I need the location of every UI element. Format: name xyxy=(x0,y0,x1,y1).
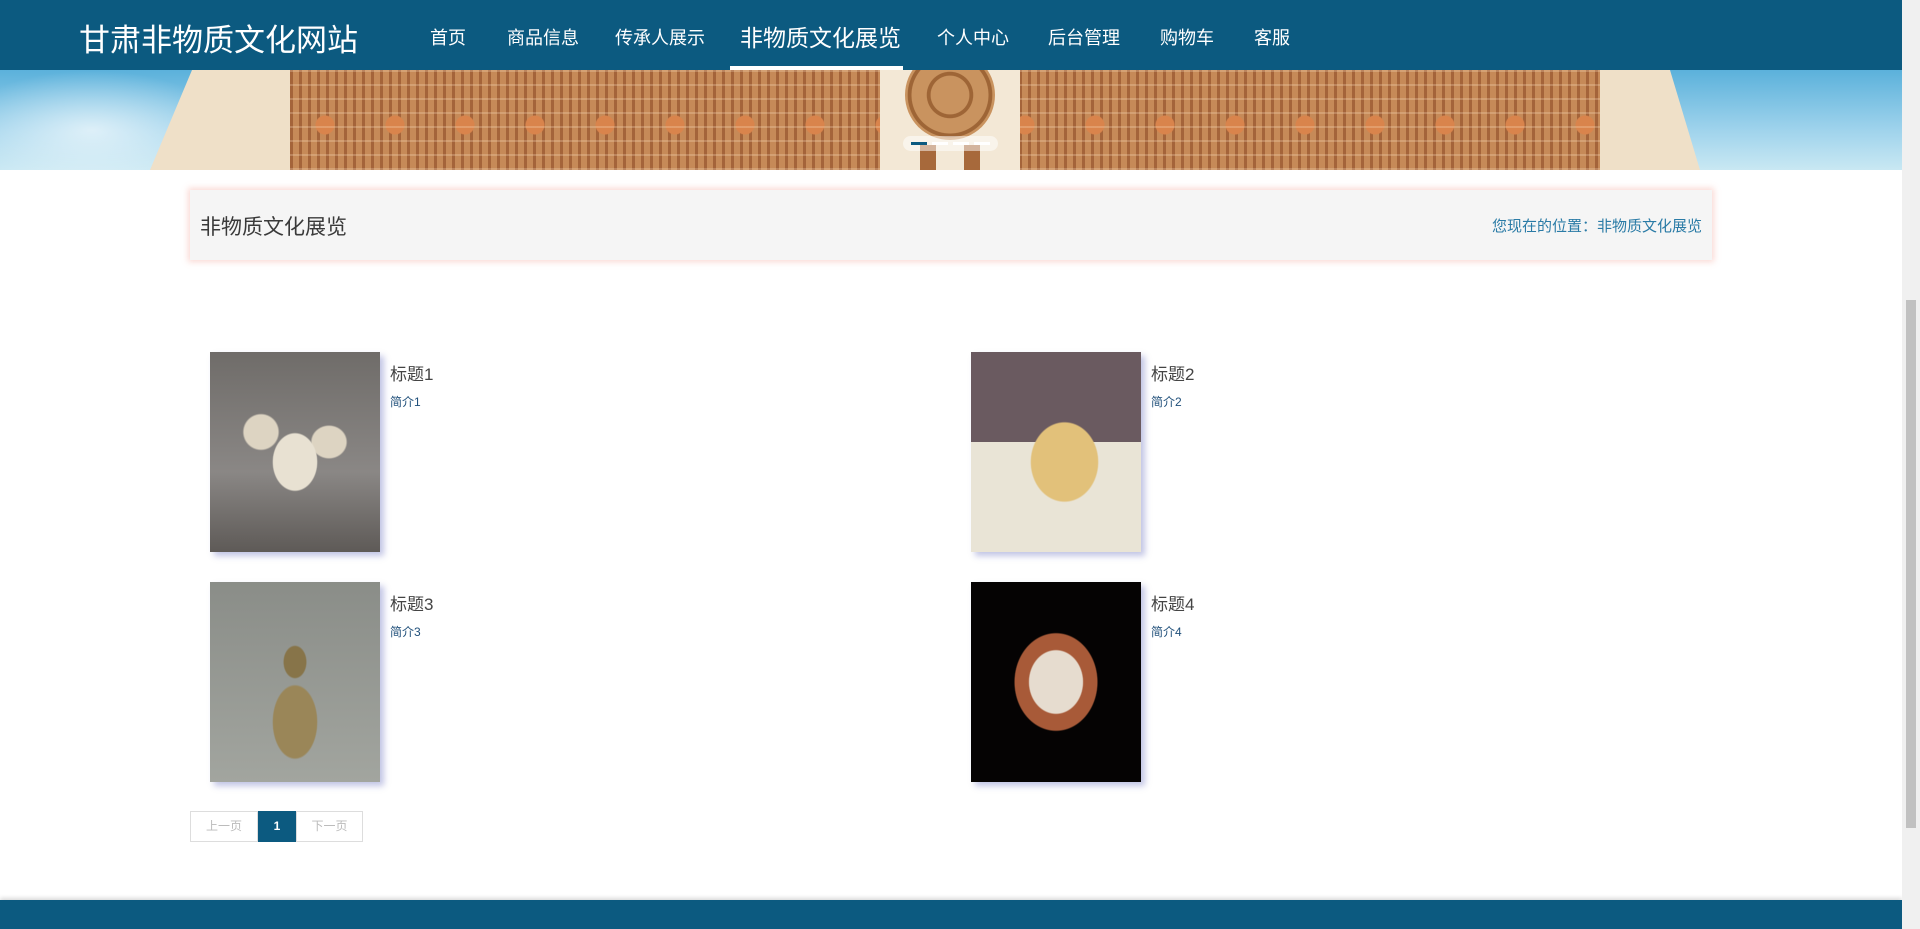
footer xyxy=(0,900,1902,929)
scrollbar-thumb[interactable] xyxy=(1906,300,1916,828)
nav-personal-center[interactable]: 个人中心 xyxy=(937,24,1009,50)
exhibit-card-4[interactable] xyxy=(971,582,1151,782)
top-navbar: 甘肃非物质文化网站 首页 商品信息 传承人展示 非物质文化展览 个人中心 后台管… xyxy=(0,0,1902,70)
nav-cart[interactable]: 购物车 xyxy=(1160,24,1214,50)
carousel-dot-4[interactable] xyxy=(974,142,990,145)
exhibit-title[interactable]: 标题4 xyxy=(1151,590,1194,615)
exhibit-thumbnail[interactable] xyxy=(971,582,1141,782)
exhibit-card-2[interactable] xyxy=(971,352,1151,552)
exhibit-thumbnail[interactable] xyxy=(971,352,1141,552)
exhibit-thumbnail[interactable] xyxy=(210,352,380,552)
exhibit-title[interactable]: 标题1 xyxy=(390,360,433,385)
prev-page-button[interactable]: 上一页 xyxy=(190,811,258,842)
nav-exhibition[interactable]: 非物质文化展览 xyxy=(740,19,901,53)
pagination: 上一页 1 下一页 xyxy=(190,811,363,842)
nav-inheritors[interactable]: 传承人展示 xyxy=(615,24,705,50)
carousel-indicators xyxy=(903,136,998,151)
nav-customer-service[interactable]: 客服 xyxy=(1254,24,1290,50)
carousel-dot-2[interactable] xyxy=(932,142,948,145)
exhibit-desc: 简介1 xyxy=(390,395,421,409)
current-page-button[interactable]: 1 xyxy=(258,811,296,842)
nav-admin[interactable]: 后台管理 xyxy=(1048,24,1120,50)
nav-home[interactable]: 首页 xyxy=(430,24,466,50)
carousel-dot-1[interactable] xyxy=(911,142,927,145)
breadcrumb-location[interactable]: 您现在的位置：非物质文化展览 xyxy=(1492,215,1702,236)
carousel-dot-3[interactable] xyxy=(953,142,969,145)
exhibit-desc: 简介4 xyxy=(1151,625,1182,639)
exhibit-desc: 简介3 xyxy=(390,625,421,639)
next-page-button[interactable]: 下一页 xyxy=(296,811,363,842)
exhibit-card-3[interactable] xyxy=(210,582,390,782)
banner-stone-base xyxy=(1600,70,1700,170)
exhibit-title[interactable]: 标题2 xyxy=(1151,360,1194,385)
page-scrollbar[interactable] xyxy=(1902,0,1920,929)
exhibit-title[interactable]: 标题3 xyxy=(390,590,433,615)
exhibit-thumbnail[interactable] xyxy=(210,582,380,782)
exhibit-desc: 简介2 xyxy=(1151,395,1182,409)
banner-carousel xyxy=(0,70,1902,170)
breadcrumb: 非物质文化展览 您现在的位置：非物质文化展览 xyxy=(190,190,1712,260)
exhibit-card-1[interactable] xyxy=(210,352,390,552)
site-brand[interactable]: 甘肃非物质文化网站 xyxy=(79,15,358,60)
nav-products[interactable]: 商品信息 xyxy=(507,24,579,50)
nav-active-indicator xyxy=(730,66,903,70)
page-title: 非物质文化展览 xyxy=(200,216,347,239)
